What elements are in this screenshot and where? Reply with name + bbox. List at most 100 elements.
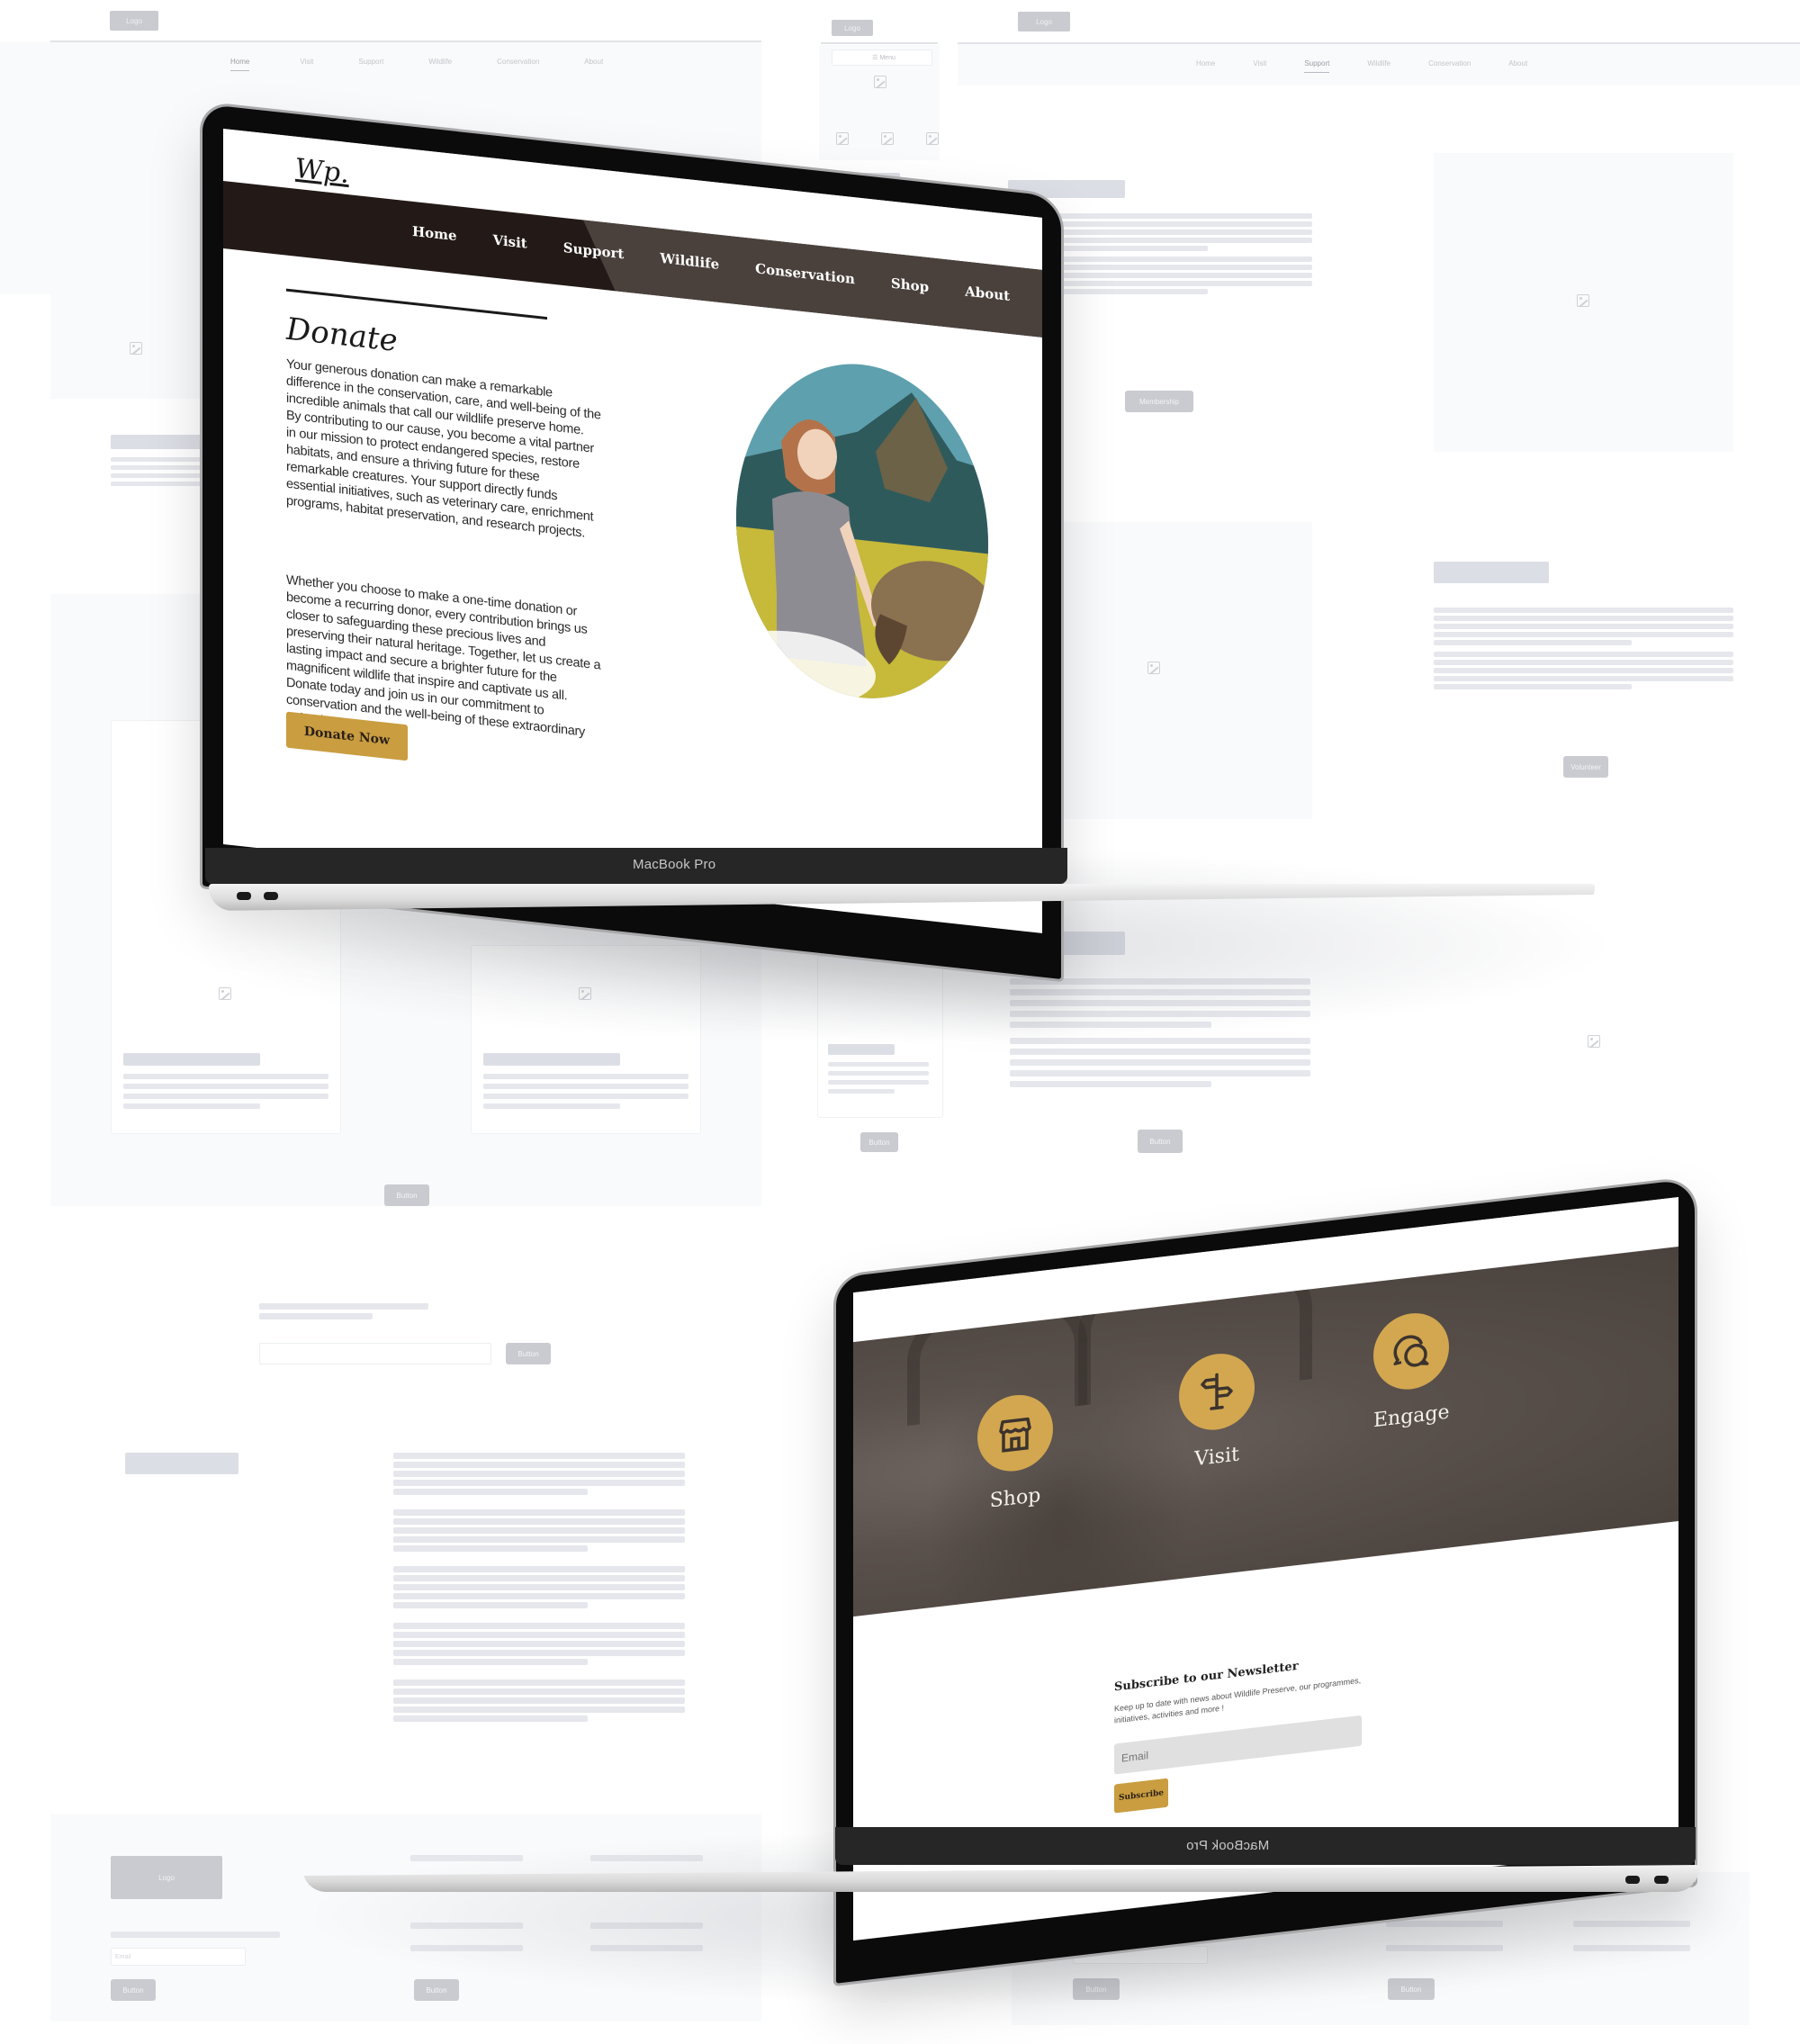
wireframe-footer-button[interactable]: Button xyxy=(414,1979,459,2001)
wireframe-text-line xyxy=(483,1094,688,1099)
image-placeholder-icon xyxy=(881,132,894,145)
image-placeholder-icon xyxy=(874,76,886,88)
wireframe-home-nav: Home Visit Support Wildlife Conservation… xyxy=(230,58,603,71)
wireframe-text-line xyxy=(393,1679,685,1686)
wireframe-mobile-logo: Logo xyxy=(832,20,873,36)
wireframe-text-line xyxy=(393,1593,685,1599)
wireframe-text-line xyxy=(393,1575,685,1581)
wireframe-text-line xyxy=(1055,230,1312,235)
newsletter-email-input[interactable] xyxy=(1114,1715,1362,1775)
subscribe-button[interactable]: Subscribe xyxy=(1114,1778,1168,1814)
wireframe-footer-button[interactable]: Button xyxy=(111,1979,156,2001)
wireframe-text-line xyxy=(483,1074,688,1079)
donate-page-screen: Wp. Home Visit Support Wildlife Conserva… xyxy=(223,129,1042,933)
wireframe-text-line xyxy=(111,457,210,462)
image-placeholder-icon xyxy=(1577,294,1589,307)
wireframe-nav-home[interactable]: Home xyxy=(1196,59,1215,68)
feature-visit[interactable]: Visit xyxy=(1179,1349,1255,1472)
wireframe-text-line xyxy=(1010,1049,1310,1055)
wireframe-mobile-menu-button[interactable]: ☰ Menu xyxy=(832,50,932,66)
wireframe-nav-home[interactable]: Home xyxy=(230,58,250,71)
wireframe-text-line xyxy=(123,1094,328,1099)
wireframe-footer-email[interactable]: Email xyxy=(111,1948,246,1966)
wireframe-text-line xyxy=(1434,616,1733,621)
wireframe-nav-about[interactable]: About xyxy=(1508,59,1527,68)
wireframe-text-line xyxy=(1434,632,1733,637)
wireframe-text-line xyxy=(1055,273,1312,278)
wireframe-text-line xyxy=(1434,676,1733,681)
chat-bubbles-icon xyxy=(1393,1335,1429,1367)
wireframe-text-line xyxy=(393,1566,685,1572)
woman-with-animal-illustration xyxy=(736,350,988,712)
wireframe-text-line xyxy=(1434,660,1733,665)
wireframe-text-line xyxy=(393,1623,685,1629)
wireframe-nav-wildlife[interactable]: Wildlife xyxy=(428,58,452,66)
wireframe-nav-about[interactable]: About xyxy=(584,58,603,66)
wireframe-text-line xyxy=(483,1103,620,1109)
wireframe-input[interactable] xyxy=(259,1343,491,1364)
wireframe-text-line xyxy=(1055,265,1312,270)
wireframe-support-nav: Home Visit Support Wildlife Conservation… xyxy=(1196,59,1527,73)
wireframe-text-line xyxy=(393,1584,685,1590)
wireframe-text-line xyxy=(1010,1070,1310,1076)
wireframe-text-line xyxy=(393,1518,685,1525)
wireframe-text-line xyxy=(123,1074,328,1079)
page-title: Donate xyxy=(286,311,398,360)
wireframe-volunteer-button[interactable]: Volunteer xyxy=(1563,756,1608,778)
image-placeholder-icon xyxy=(1148,662,1160,674)
usb-c-port xyxy=(1625,1876,1640,1884)
wireframe-text-line xyxy=(1055,257,1312,262)
nav-home[interactable]: Home xyxy=(412,223,457,244)
wireframe-membership-button[interactable]: Membership xyxy=(1125,391,1193,412)
image-placeholder-icon xyxy=(926,132,939,145)
wireframe-text-line xyxy=(259,1303,428,1310)
laptop-chin: MacBook Pro xyxy=(205,848,1067,884)
nav-visit[interactable]: Visit xyxy=(493,232,527,252)
wireframe-button[interactable]: Button xyxy=(1138,1130,1183,1153)
signpost-icon xyxy=(1201,1373,1233,1410)
wireframe-text-line xyxy=(259,1313,373,1319)
wireframe-text-line xyxy=(111,1931,280,1938)
wireframe-image-block xyxy=(1055,522,1312,819)
feature-engage[interactable]: Engage xyxy=(1373,1309,1450,1432)
wireframe-support-logo: Logo xyxy=(1018,12,1070,32)
wireframe-nav-conservation[interactable]: Conservation xyxy=(1428,59,1471,68)
wireframe-text-line xyxy=(828,1089,895,1094)
site-logo[interactable]: Wp. xyxy=(295,153,349,190)
wireframe-nav-conservation[interactable]: Conservation xyxy=(497,58,539,66)
wireframe-text-line xyxy=(1055,213,1312,219)
feature-circle xyxy=(1179,1349,1255,1435)
wireframe-nav-support[interactable]: Support xyxy=(1304,59,1330,73)
image-placeholder-icon xyxy=(1588,1035,1600,1048)
device-label: MacBook Pro xyxy=(633,857,716,872)
image-placeholder-icon xyxy=(130,342,142,355)
wireframe-button[interactable]: Button xyxy=(384,1184,429,1206)
feature-shop[interactable]: Shop xyxy=(977,1391,1053,1514)
wireframe-text-line xyxy=(393,1650,685,1656)
wireframe-logo: Logo xyxy=(110,11,158,31)
wireframe-button[interactable]: Button xyxy=(860,1132,898,1152)
wireframe-text-line xyxy=(393,1545,588,1552)
wireframe-text-line xyxy=(1434,640,1632,645)
wireframe-text-line xyxy=(828,1080,929,1085)
image-placeholder-icon xyxy=(836,132,849,145)
wireframe-text-line xyxy=(1055,281,1312,286)
wireframe-nav-visit[interactable]: Visit xyxy=(300,58,313,66)
feature-circle xyxy=(977,1391,1053,1476)
storefront-icon xyxy=(999,1417,1031,1453)
wireframe-text-line xyxy=(393,1471,685,1477)
wireframe-text-line xyxy=(393,1715,588,1722)
wireframe-text-line xyxy=(1434,608,1733,613)
usb-c-port xyxy=(1654,1876,1669,1884)
wireframe-button[interactable]: Button xyxy=(506,1343,551,1364)
usb-c-port xyxy=(237,892,251,900)
wireframe-nav-wildlife[interactable]: Wildlife xyxy=(1367,59,1390,68)
wireframe-text-line xyxy=(393,1489,588,1495)
wireframe-text-line xyxy=(1055,246,1208,251)
wireframe-nav-visit[interactable]: Visit xyxy=(1253,59,1266,68)
wireframe-nav-support[interactable]: Support xyxy=(358,58,383,66)
wireframe-text-line xyxy=(393,1462,685,1468)
wireframe-text-line xyxy=(123,1103,260,1109)
wireframe-text-line xyxy=(393,1641,685,1647)
wireframe-text-line xyxy=(393,1453,685,1459)
